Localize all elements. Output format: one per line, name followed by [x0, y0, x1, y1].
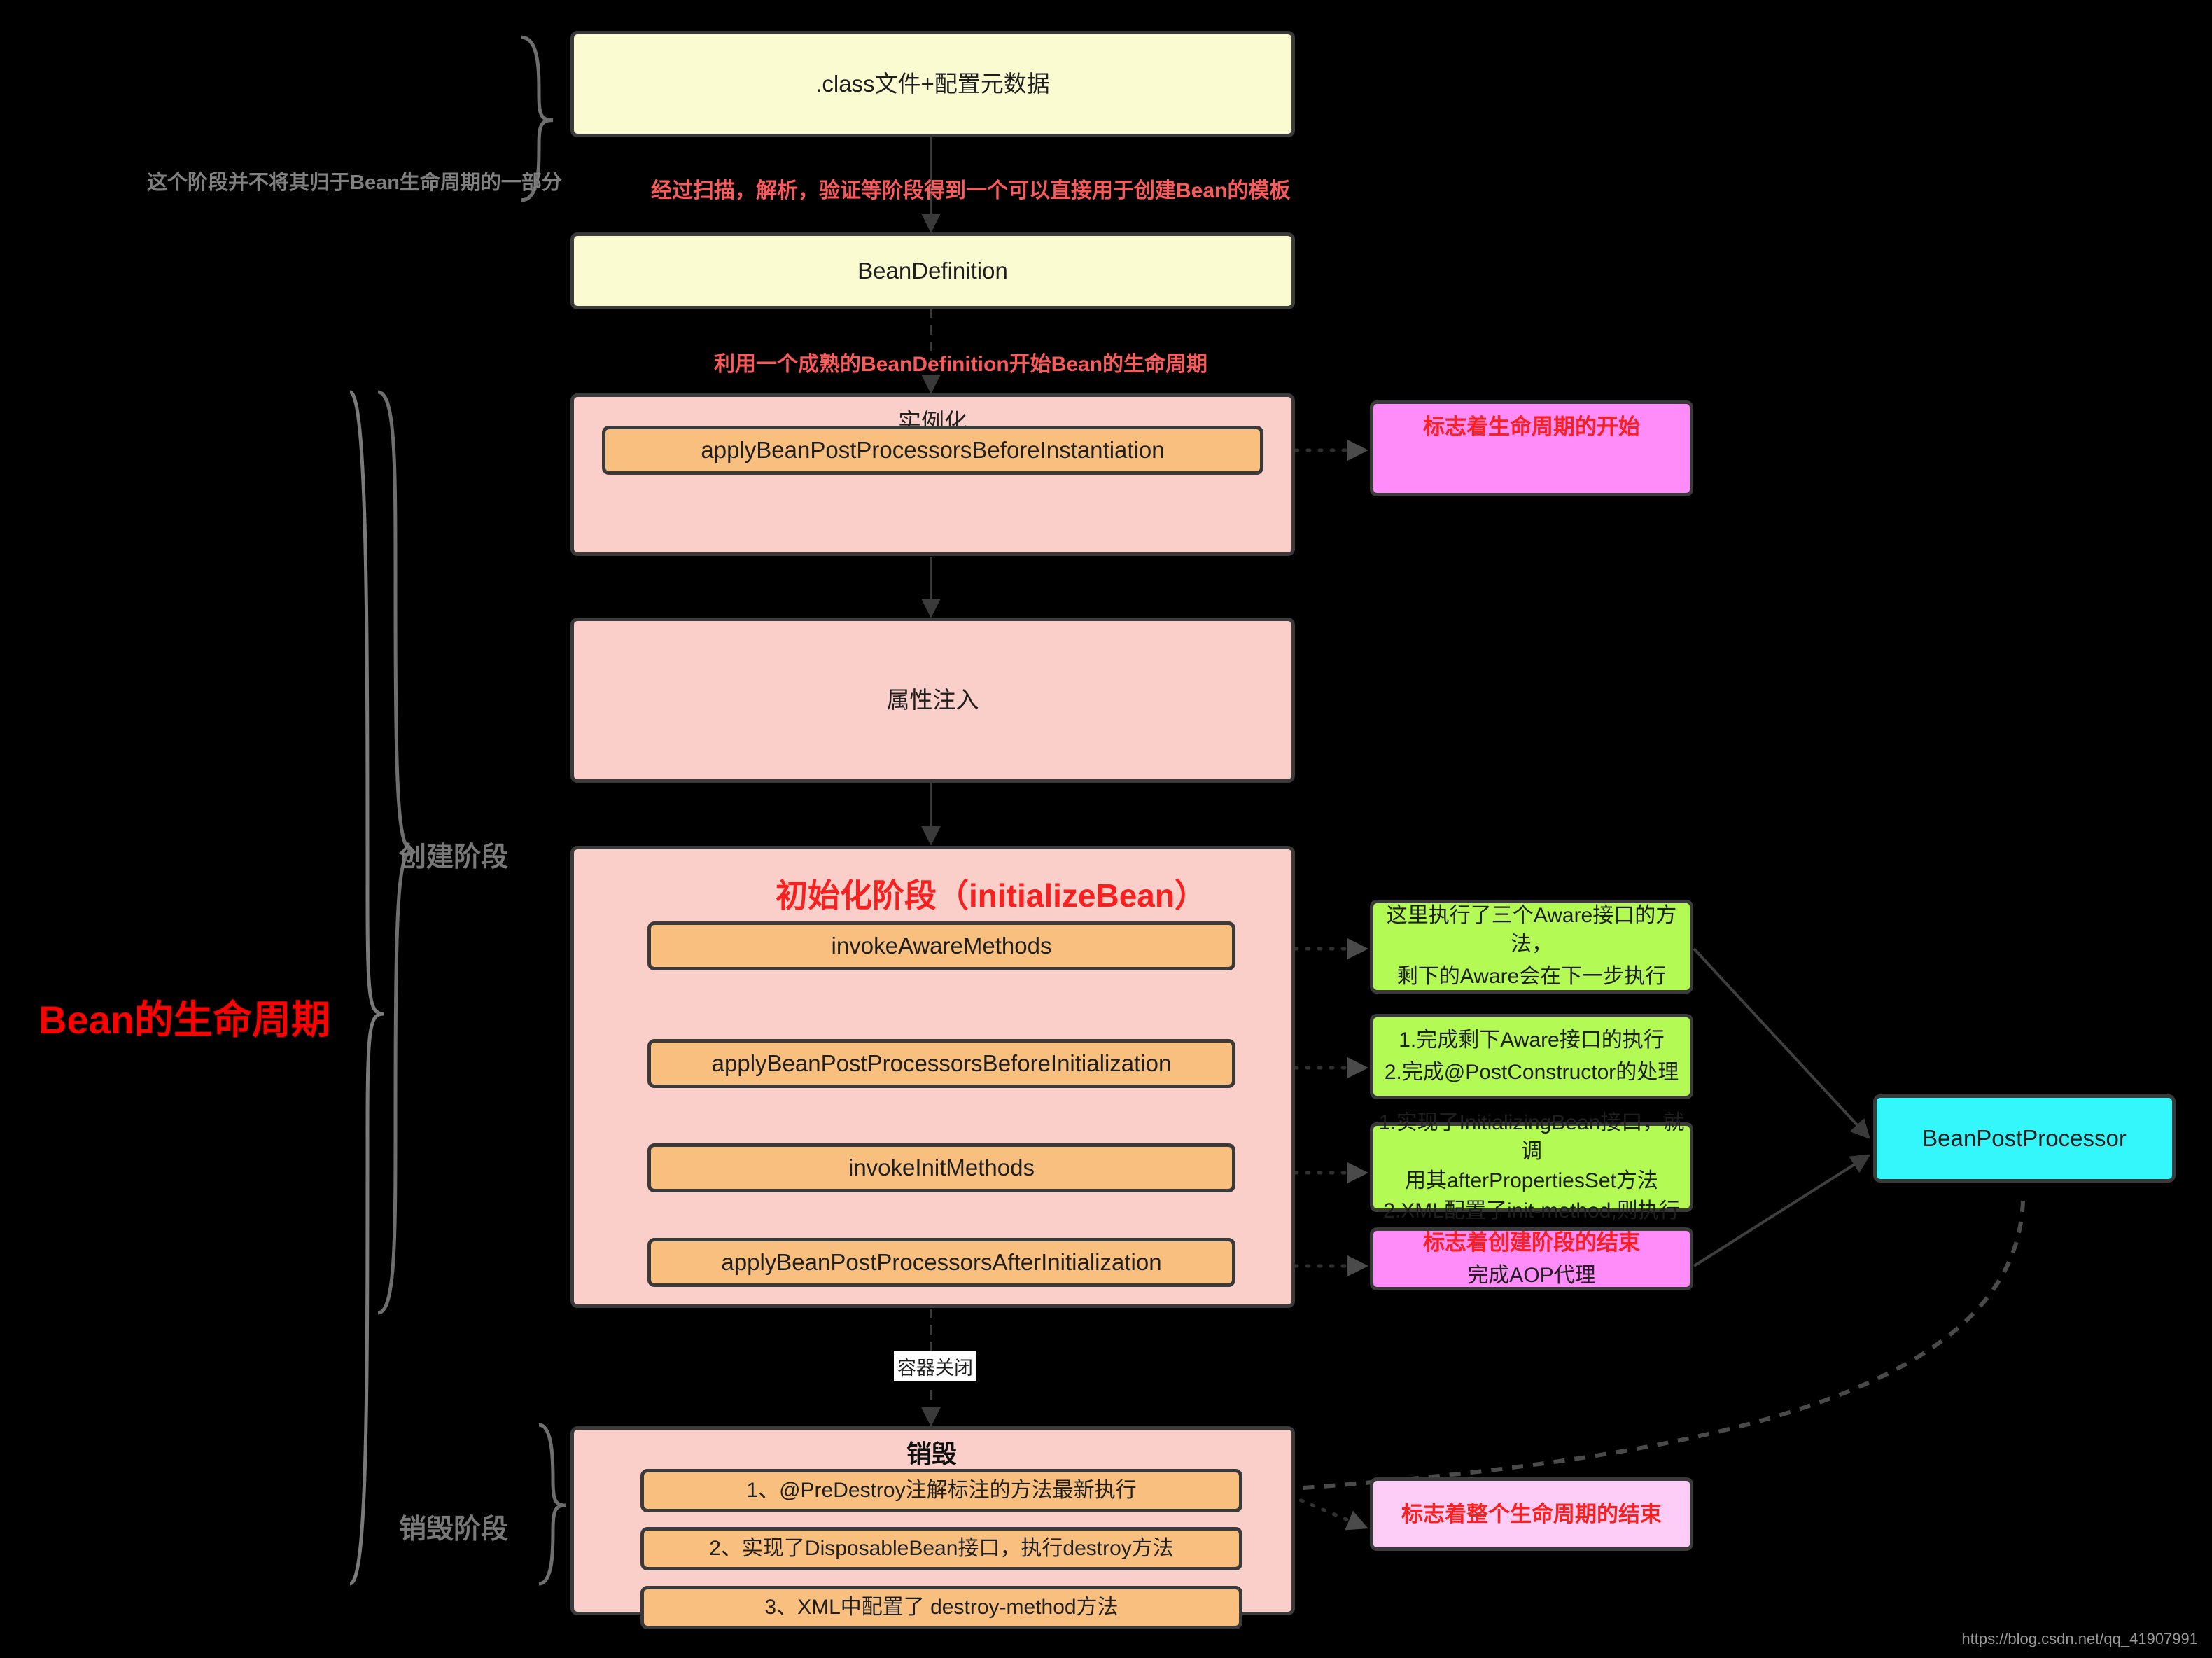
note-before-initialization-line1: 1.完成剩下Aware接口的执行: [1399, 1028, 1665, 1052]
note-init-methods-line3: 2.XML配置了init-method,则执行: [1383, 1199, 1680, 1222]
note-aware-methods-line1: 这里执行了三个Aware接口的方法，: [1386, 904, 1677, 956]
note-aware-methods: 这里执行了三个Aware接口的方法， 剩下的Aware会在下一步执行: [1370, 900, 1693, 994]
stage-label-pre: 这个阶段并不将其归于Bean生命周期的一部分: [147, 172, 562, 194]
note-end-of-create-stage-line1: 标志着创建阶段的结束: [1423, 1229, 1640, 1255]
node-bean-post-processor[interactable]: BeanPostProcessor: [1873, 1094, 2176, 1183]
edge-label-scan: 经过扫描，解析，验证等阶段得到一个可以直接用于创建Bean的模板: [651, 179, 1291, 202]
node-destroy-xml-destroy-method-label: 3、XML中配置了 destroy-method方法: [764, 1595, 1119, 1619]
panel-populate-bean: 属性注入: [570, 618, 1295, 783]
note-end-of-create-stage-line2: 完成AOP代理: [1467, 1263, 1596, 1287]
note-before-initialization-line2: 2.完成@PostConstructor的处理: [1384, 1061, 1679, 1084]
diagram-title: Bean的生命周期: [38, 998, 330, 1042]
node-invoke-aware-methods-label: invokeAwareMethods: [831, 932, 1052, 959]
node-apply-bpp-after-initialization-label: applyBeanPostProcessorsAfterInitializati…: [721, 1248, 1162, 1275]
panel-initialize-bean-title: 初始化阶段（initializeBean）: [776, 877, 1207, 914]
node-invoke-aware-methods[interactable]: invokeAwareMethods: [648, 921, 1236, 970]
panel-destroy-title: 销毁: [906, 1440, 958, 1468]
stage-label-create: 创建阶段: [399, 842, 509, 872]
watermark: https://blog.csdn.net/qq_41907991: [1961, 1630, 2198, 1647]
node-destroy-disposablebean[interactable]: 2、实现了DisposableBean接口，执行destroy方法: [640, 1527, 1242, 1570]
node-bean-definition: BeanDefinition: [570, 232, 1295, 309]
diagram-canvas: ​.class文件+配置元数据 BeanDefinition 经过扫描，解析，验…: [0, 0, 2212, 1658]
panel-instantiation: 实例化: [570, 393, 1295, 556]
note-aware-methods-line2: 剩下的Aware会在下一步执行: [1396, 965, 1667, 989]
edge-label-use-beandefinition: 利用一个成熟的BeanDefinition开始Bean的生命周期: [714, 353, 1208, 376]
note-init-methods-line2: 用其afterPropertiesSet方法: [1405, 1169, 1658, 1192]
node-destroy-disposablebean-label: 2、实现了DisposableBean接口，执行destroy方法: [709, 1536, 1174, 1560]
node-class-file-label: ​.class文件+配置元数据: [816, 70, 1050, 97]
note-before-initialization: 1.完成剩下Aware接口的执行 2.完成@PostConstructor的处理: [1370, 1014, 1693, 1099]
node-apply-bpp-before-initialization[interactable]: applyBeanPostProcessorsBeforeInitializat…: [648, 1039, 1236, 1088]
note-end-of-create-stage: 标志着创建阶段的结束 完成AOP代理: [1370, 1227, 1693, 1290]
node-destroy-xml-destroy-method[interactable]: 3、XML中配置了 destroy-method方法: [640, 1586, 1242, 1629]
note-end-of-lifecycle: 标志着整个生命周期的结束: [1370, 1477, 1693, 1551]
stage-label-destroy: 销毁阶段: [399, 1514, 509, 1545]
panel-populate-bean-label: 属性注入: [886, 686, 979, 713]
node-bean-post-processor-label: BeanPostProcessor: [1922, 1124, 2127, 1151]
node-apply-bpp-after-initialization[interactable]: applyBeanPostProcessorsAfterInitializati…: [648, 1238, 1236, 1287]
note-start-of-lifecycle-label: 标志着生命周期的开始: [1423, 415, 1640, 439]
note-init-methods-line1: 1.实现了InitializingBean接口，就调: [1378, 1111, 1685, 1163]
node-destroy-predestroy[interactable]: 1、@PreDestroy注解标注的方法最新执行: [640, 1469, 1242, 1512]
note-end-of-lifecycle-label: 标志着整个生命周期的结束: [1401, 1501, 1662, 1526]
node-bean-definition-label: BeanDefinition: [858, 257, 1008, 284]
edge-label-container-close: 容器关闭: [894, 1351, 976, 1381]
node-apply-bpp-before-instantiation-label: applyBeanPostProcessorsBeforeInstantiati…: [701, 436, 1165, 463]
node-destroy-predestroy-label: 1、@PreDestroy注解标注的方法最新执行: [746, 1478, 1137, 1502]
node-apply-bpp-before-instantiation[interactable]: applyBeanPostProcessorsBeforeInstantiati…: [602, 426, 1264, 475]
node-class-file: ​.class文件+配置元数据: [570, 31, 1295, 137]
node-invoke-init-methods-label: invokeInitMethods: [848, 1154, 1035, 1180]
node-invoke-init-methods[interactable]: invokeInitMethods: [648, 1143, 1236, 1192]
note-start-of-lifecycle: 标志着生命周期的开始: [1370, 400, 1693, 496]
note-init-methods: 1.实现了InitializingBean接口，就调 用其afterProper…: [1370, 1111, 1693, 1222]
node-apply-bpp-before-initialization-label: applyBeanPostProcessorsBeforeInitializat…: [711, 1050, 1172, 1076]
